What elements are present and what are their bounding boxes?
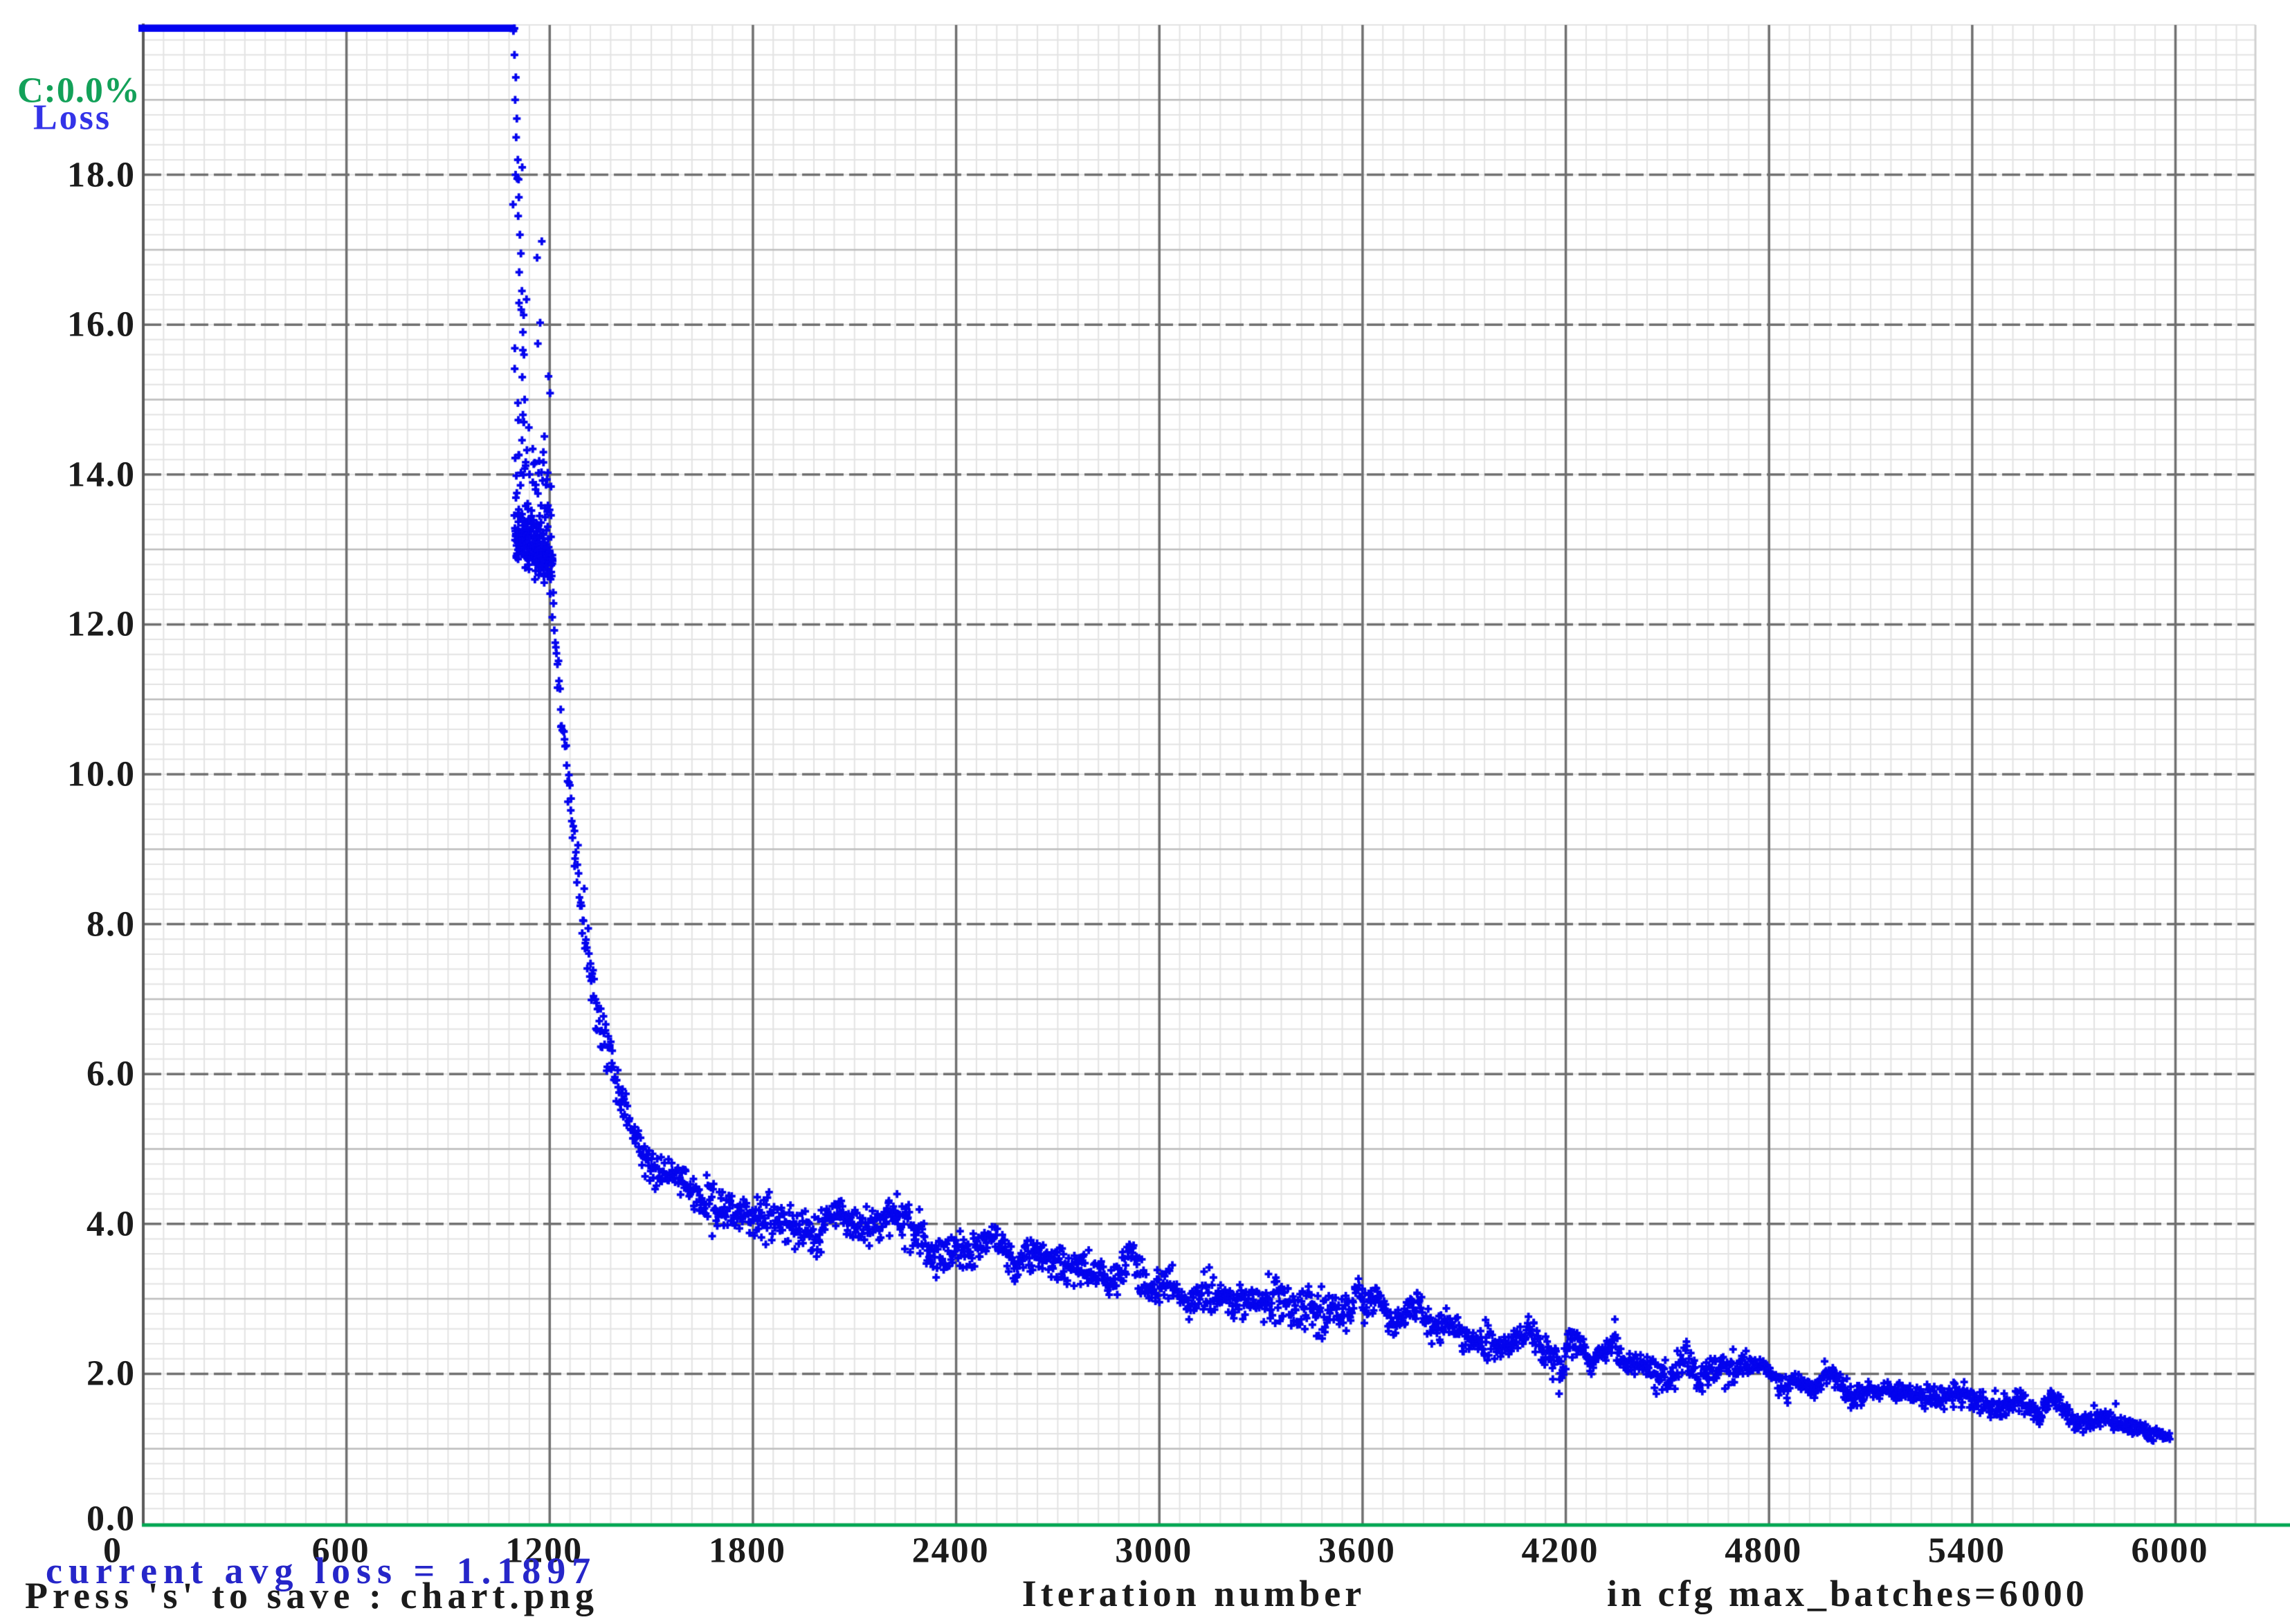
x-tick-label: 5400 [1927, 1531, 2006, 1571]
y-tick-label: 18.0 [67, 155, 136, 195]
y-tick-label: 12.0 [67, 604, 136, 644]
loss-legend-label: Loss [33, 98, 112, 138]
x-tick-label: 3000 [1115, 1531, 1193, 1571]
x-tick-label: 1800 [708, 1531, 786, 1571]
x-tick-label: 2400 [911, 1531, 990, 1571]
x-tick-label: 3600 [1318, 1531, 1396, 1571]
y-tick-label: 10.0 [67, 754, 136, 794]
training-loss-chart: C:0.0% Loss 0.0 2.0 4.0 6.0 8.0 10.0 12.0 14.0 1… [0, 0, 2290, 1624]
x-tick-label: 4800 [1725, 1531, 1803, 1571]
y-tick-label: 14.0 [67, 455, 136, 495]
x-tick-label: 4200 [1521, 1531, 1599, 1571]
save-hint-status: Press 's' to save : chart.png [25, 1575, 599, 1616]
y-tick-label: 4.0 [87, 1204, 136, 1244]
x-tick-label: 6000 [2131, 1531, 2209, 1571]
y-tick-label: 8.0 [87, 904, 136, 945]
cfg-max-batches-note: in cfg max_batches=6000 [1607, 1573, 2088, 1614]
x-axis-title: Iteration number [1021, 1573, 1366, 1614]
y-tick-label: 2.0 [87, 1353, 136, 1394]
y-tick-label: 16.0 [67, 304, 136, 345]
loss-scatter-canvas [0, 0, 2290, 1624]
y-tick-label: 6.0 [87, 1054, 136, 1094]
